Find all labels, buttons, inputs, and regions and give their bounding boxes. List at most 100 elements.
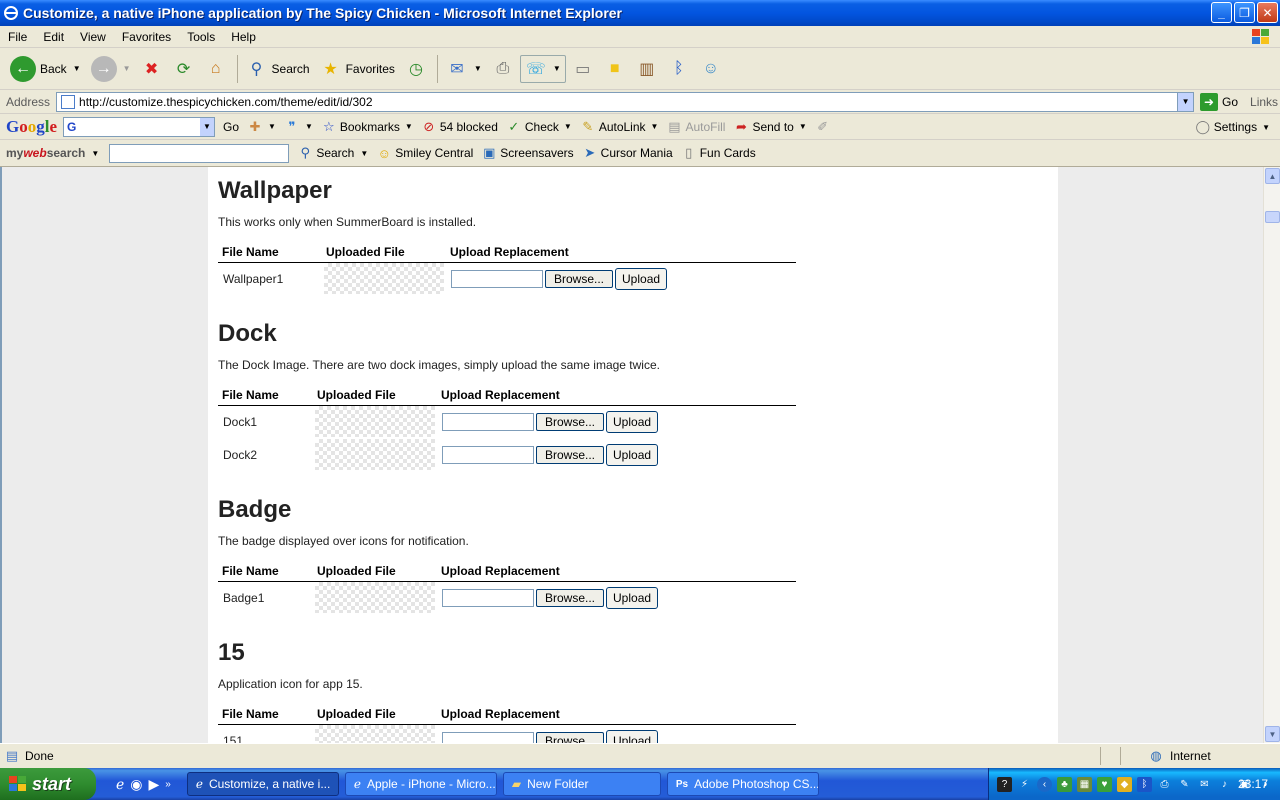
taskbar-item-customize[interactable]: ℯ Customize, a native i... [186, 772, 339, 796]
mail-button[interactable]: ✉ ▼ [442, 56, 486, 82]
chevron-down-icon[interactable]: ▼ [1177, 92, 1194, 111]
menu-tools[interactable]: Tools [179, 30, 223, 44]
bluetooth-icon[interactable]: ᛒ [1137, 776, 1152, 792]
file-path-input[interactable] [451, 269, 543, 288]
address-input[interactable]: http://customize.thespicychicken.com/the… [56, 91, 1195, 112]
scroll-thumb[interactable] [1265, 211, 1280, 223]
menu-file[interactable]: File [0, 30, 35, 44]
sendto-button[interactable]: ➦ Send to ▼ [733, 119, 807, 135]
research-button[interactable]: ▥ [632, 56, 662, 82]
browse-button[interactable]: Browse... [536, 588, 605, 607]
address-url[interactable]: http://customize.thespicychicken.com/the… [79, 95, 372, 109]
taskbar-item-photoshop[interactable]: Ps Adobe Photoshop CS... [666, 772, 819, 796]
autofill-button[interactable]: ▤ AutoFill [666, 119, 725, 135]
popup-blocker-button[interactable]: ⊘ 54 blocked [421, 119, 498, 135]
menu-edit[interactable]: Edit [35, 30, 72, 44]
home-button[interactable]: ⌂ [201, 56, 231, 82]
history-button[interactable]: ◷ [401, 56, 431, 82]
menu-view[interactable]: View [72, 30, 114, 44]
google-go-button[interactable]: Go [223, 120, 239, 134]
file-path-input[interactable] [442, 445, 534, 464]
clock[interactable]: 23:17 [1238, 777, 1268, 791]
cursor-mania-button[interactable]: ➤ Cursor Mania [582, 145, 672, 161]
scroll-up-button[interactable]: ▲ [1265, 168, 1280, 184]
back-button[interactable]: ← Back ▼ [6, 54, 85, 84]
help-icon[interactable]: ? [997, 776, 1012, 792]
chevron-down-icon[interactable]: ▼ [360, 149, 368, 158]
upload-button[interactable]: Upload [606, 729, 659, 743]
menu-help[interactable]: Help [223, 30, 264, 44]
minimize-button[interactable]: _ [1211, 2, 1232, 23]
maximize-button[interactable]: ❐ [1234, 2, 1255, 23]
stop-button[interactable]: ✖ [137, 56, 167, 82]
google-logo[interactable]: Google [6, 117, 57, 137]
smiley-central-button[interactable]: ☺ Smiley Central [376, 145, 474, 161]
volume-icon[interactable]: ♪ [1217, 777, 1232, 792]
upload-button[interactable]: Upload [606, 443, 659, 466]
chevron-down-icon[interactable]: ▼ [553, 64, 561, 73]
spellcheck-button[interactable]: ✓ Check ▼ [506, 119, 571, 135]
taskbar-item-apple-iphone[interactable]: ℯ Apple - iPhone - Micro... [344, 772, 497, 796]
print-button[interactable]: ⎙ [488, 56, 518, 82]
tray-app-icon[interactable]: ◆ [1117, 776, 1132, 792]
bookmarks-button[interactable]: ☆ Bookmarks ▼ [321, 119, 413, 135]
browse-button[interactable]: Browse... [536, 731, 605, 743]
tray-app-icon[interactable]: ▦ [1077, 776, 1092, 792]
network-icon[interactable]: ⚡ [1017, 777, 1032, 792]
links-button[interactable]: Links [1250, 95, 1278, 109]
browse-button[interactable]: Browse... [536, 445, 605, 464]
autolink-button[interactable]: ✎ AutoLink ▼ [580, 119, 658, 135]
mywebsearch-input[interactable] [109, 143, 290, 163]
highlighter-button[interactable]: ✐ [815, 119, 831, 135]
close-button[interactable]: ✕ [1257, 2, 1278, 23]
google-chat-button[interactable]: ❞ ▼ [284, 119, 313, 135]
tray-app-icon[interactable]: ♥ [1097, 776, 1112, 792]
file-path-input[interactable] [442, 412, 534, 431]
refresh-button[interactable]: ⟳ [169, 56, 199, 82]
ie-quicklaunch-icon[interactable]: ℯ [116, 776, 124, 793]
antivirus-icon[interactable]: ✎ [1177, 777, 1192, 792]
printer-icon[interactable]: ⎙ [1157, 777, 1172, 792]
media-quicklaunch-icon[interactable]: ▶ [149, 776, 160, 793]
vertical-scrollbar[interactable]: ▲ ▼ [1263, 167, 1280, 743]
browser-quicklaunch-icon[interactable]: ◉ [130, 776, 142, 793]
upload-button[interactable]: Upload [606, 586, 659, 609]
chevron-down-icon[interactable]: ▼ [200, 117, 215, 136]
mail-icon[interactable]: ✉ [1197, 777, 1212, 792]
taskbar-item-new-folder[interactable]: ▰ New Folder [502, 772, 661, 796]
browse-button[interactable]: Browse... [536, 412, 605, 431]
google-puzzle-button[interactable]: ✚ ▼ [247, 119, 276, 135]
screensavers-button[interactable]: ▣ Screensavers [481, 145, 574, 161]
mywebsearch-logo[interactable]: mywebsearch [6, 146, 85, 160]
browse-button[interactable]: Browse... [545, 269, 614, 288]
upload-button[interactable]: Upload [606, 410, 659, 433]
chevron-down-icon[interactable]: ▼ [305, 122, 313, 131]
file-path-input[interactable] [442, 588, 534, 607]
chevron-down-icon[interactable]: ▼ [474, 64, 482, 73]
messenger-button[interactable]: ☺ [696, 56, 726, 82]
chevron-down-icon[interactable]: ▼ [91, 149, 99, 158]
tray-app-icon[interactable]: ♣ [1057, 776, 1072, 792]
start-button[interactable]: start [0, 768, 96, 800]
chevron-down-icon[interactable]: ▼ [123, 64, 131, 73]
skype-button[interactable]: ☏ ▼ [519, 54, 566, 83]
bluetooth-button[interactable]: ᛒ [664, 56, 694, 82]
chevron-left-icon[interactable]: ‹ [1037, 776, 1052, 792]
favorites-button[interactable]: ★ Favorites [316, 56, 399, 82]
chevron-down-icon[interactable]: ▼ [268, 122, 276, 131]
settings-button[interactable]: ◯ Settings ▼ [1195, 119, 1270, 135]
menu-favorites[interactable]: Favorites [114, 30, 179, 44]
go-button[interactable]: ➜ Go [1200, 92, 1238, 111]
edit-button[interactable]: ▭ [568, 56, 598, 82]
file-path-input[interactable] [442, 731, 534, 743]
note-button[interactable]: ■ [600, 56, 630, 82]
upload-button[interactable]: Upload [615, 267, 668, 290]
chevron-down-icon[interactable]: ▼ [73, 64, 81, 73]
search-button[interactable]: ⚲ Search [242, 56, 314, 82]
google-search-input[interactable]: G ▼ [63, 116, 216, 137]
mywebsearch-search-button[interactable]: ⚲ Search [297, 145, 355, 161]
fun-cards-button[interactable]: ▯ Fun Cards [681, 145, 756, 161]
more-chevron-icon[interactable]: » [165, 779, 171, 790]
scroll-down-button[interactable]: ▼ [1265, 726, 1280, 742]
forward-button[interactable]: → ▼ [87, 54, 135, 84]
